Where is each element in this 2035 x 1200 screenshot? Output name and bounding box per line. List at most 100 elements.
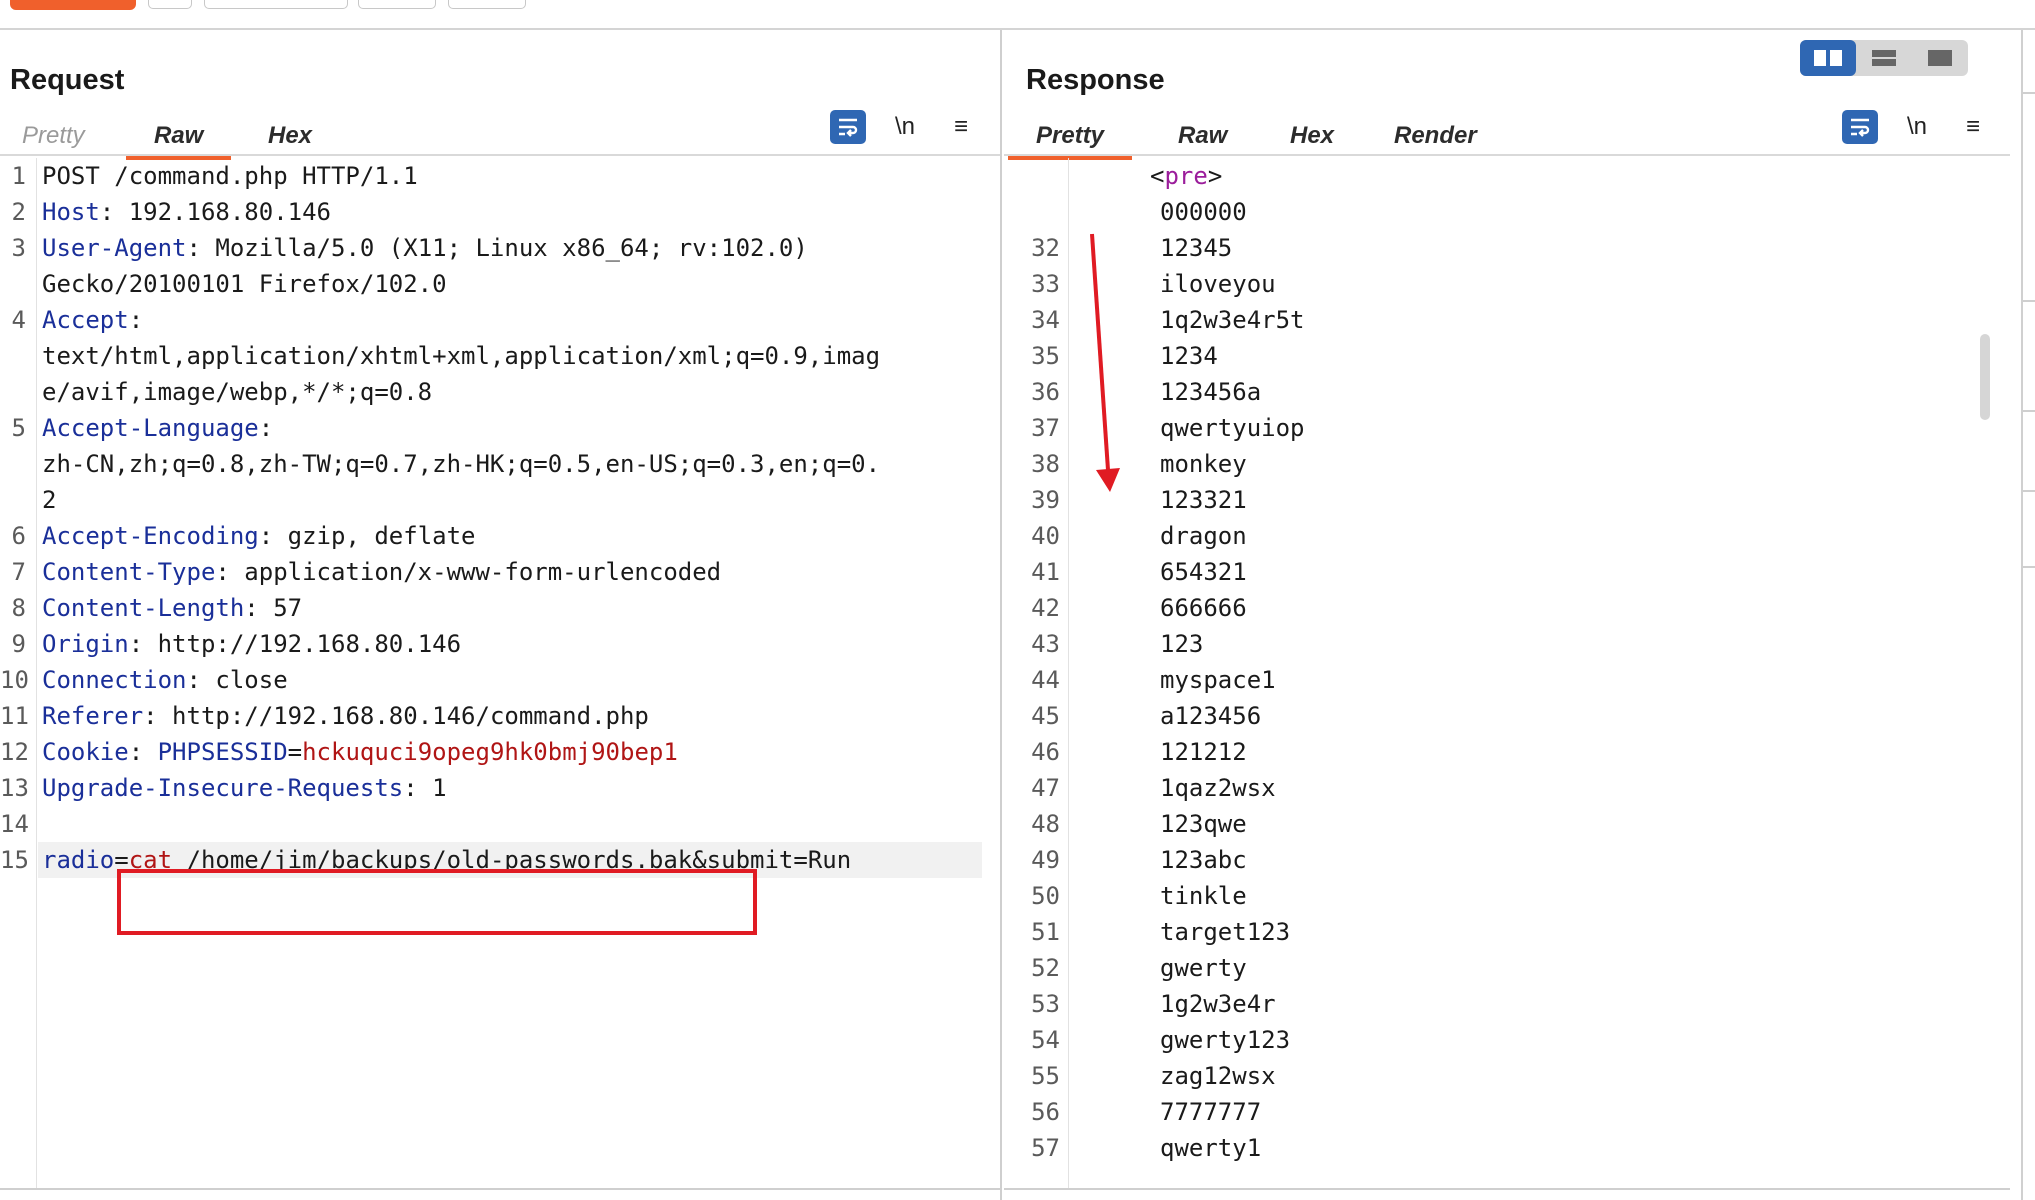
- request-line-text: Content-Type: application/x-www-form-url…: [42, 554, 721, 590]
- header-name: Referer: [42, 702, 144, 730]
- menu-icon[interactable]: ≡: [946, 110, 976, 144]
- request-line: 13 Upgrade-Insecure-Requests: 1: [0, 770, 982, 806]
- header-name: Origin: [42, 630, 129, 658]
- request-line-text: Referer: http://192.168.80.146/command.p…: [42, 698, 649, 734]
- header-name: Content-Type: [42, 558, 216, 586]
- line-number: 14: [0, 810, 29, 838]
- menu-glyph-icon[interactable]: ˇ: [2018, 0, 2025, 18]
- request-editor[interactable]: 1 POST /command.php HTTP/1.1 2 Host: 192.16…: [0, 158, 1000, 1188]
- header-value: : http://192.168.80.146: [128, 630, 462, 658]
- request-line-text: User-Agent: Mozilla/5.0 (X11; Linux x86_…: [42, 230, 808, 266]
- header-name: Content-Length: [42, 594, 245, 622]
- request-line-text: Host: 192.168.80.146: [42, 194, 331, 230]
- header-value: : 1: [403, 774, 447, 802]
- header-name: Accept: [42, 306, 129, 334]
- request-line: 6 Accept-Encoding: gzip, deflate: [12, 518, 982, 554]
- request-line: e/avif,image/webp,*/*;q=0.8: [38, 374, 982, 410]
- request-tab-raw[interactable]: Raw: [125, 122, 232, 160]
- request-line: Gecko/20100101 Firefox/102.0: [38, 266, 982, 302]
- send-button[interactable]: [10, 0, 136, 10]
- header-value: : 192.168.80.146: [99, 198, 331, 226]
- request-line: 7 Content-Type: application/x-www-form-ur…: [12, 554, 982, 590]
- line-number: 9: [11, 630, 26, 658]
- request-line: 5 Accept-Language:: [12, 410, 982, 446]
- request-line-text: Upgrade-Insecure-Requests: 1: [42, 770, 447, 806]
- header-name: Accept-Encoding: [42, 522, 259, 550]
- request-tabs: Pretty Raw Hex \n ≡: [0, 110, 1000, 160]
- request-pane: Request Pretty Raw Hex \n ≡ 1 POST /comma…: [0, 30, 1002, 1200]
- request-line: zh-CN,zh;q=0.8,zh-TW;q=0.7,zh-HK;q=0.5,e…: [38, 446, 982, 482]
- line-number: 3: [11, 234, 26, 262]
- header-value: e/avif,image/webp,*/*;q=0.8: [42, 378, 433, 406]
- response-pane: Response Pretty Raw Hex Render \n ≡ <pre…: [1004, 30, 2010, 1200]
- request-line-text: Accept-Encoding: gzip, deflate: [42, 518, 476, 554]
- header-name: PHPSESSID: [157, 738, 288, 766]
- pane-bottom-border: [0, 1188, 1000, 1190]
- top-toolbar: ˇ: [0, 0, 2035, 30]
- header-value: 2: [42, 486, 57, 514]
- header-name: Upgrade-Insecure-Requests: [42, 774, 404, 802]
- header-name: Host: [42, 198, 100, 226]
- pane-bottom-border: [1004, 1188, 2010, 1190]
- request-line: 2 Host: 192.168.80.146: [12, 194, 982, 230]
- header-value: : Mozilla/5.0 (X11; Linux x86_64; rv:102…: [186, 234, 808, 262]
- request-tab-pretty[interactable]: Pretty: [14, 122, 93, 150]
- request-line: 10 Connection: close: [0, 662, 982, 698]
- wrap-lines-icon[interactable]: [830, 110, 866, 144]
- header-name: User-Agent: [42, 234, 187, 262]
- header-value: :: [258, 414, 274, 442]
- history-back-button[interactable]: [358, 0, 436, 9]
- request-tab-hex[interactable]: Hex: [260, 122, 320, 150]
- header-value: : 57: [244, 594, 303, 622]
- request-line: text/html,application/xhtml+xml,applicat…: [38, 338, 982, 374]
- request-line: 14: [0, 806, 982, 842]
- header-name: radio: [42, 846, 115, 874]
- header-value: :: [128, 738, 158, 766]
- line-number: 6: [11, 522, 26, 550]
- header-value: : gzip, deflate: [258, 522, 476, 550]
- request-line-text: Accept:: [42, 302, 143, 338]
- newline-toggle-icon[interactable]: \n: [890, 110, 920, 144]
- request-line-text: Gecko/20100101 Firefox/102.0: [42, 266, 447, 302]
- request-line-text: Connection: close: [42, 662, 288, 698]
- header-value: : close: [186, 666, 288, 694]
- line-number: 13: [0, 774, 29, 802]
- header-name: Accept-Language: [42, 414, 259, 442]
- line-number: 4: [11, 306, 26, 334]
- request-line-text: e/avif,image/webp,*/*;q=0.8: [42, 374, 432, 410]
- request-line-text: Cookie: PHPSESSID=hckuquci9opeg9hk0bmj90…: [42, 734, 678, 770]
- history-forward-button[interactable]: [448, 0, 526, 9]
- param-value: hckuquci9opeg9hk0bmj90bep1: [302, 738, 678, 766]
- request-line: 11 Referer: http://192.168.80.146/command…: [0, 698, 982, 734]
- request-line-text: Origin: http://192.168.80.146: [42, 626, 461, 662]
- request-line-text: Content-Length: 57: [42, 590, 302, 626]
- request-line-text: text/html,application/xhtml+xml,applicat…: [42, 338, 880, 374]
- request-line: 1 POST /command.php HTTP/1.1: [12, 158, 982, 194]
- header-value: : http://192.168.80.146/command.php: [143, 702, 649, 730]
- line-number: 12: [0, 738, 29, 766]
- line-number: 11: [0, 702, 29, 730]
- toolbar-button[interactable]: [204, 0, 348, 9]
- toolbar-button[interactable]: [148, 0, 192, 9]
- request-line: 4 Accept:: [12, 302, 982, 338]
- line-number: 2: [11, 198, 26, 226]
- header-value: :: [128, 306, 144, 334]
- side-strip: [2021, 30, 2035, 1200]
- header-value: =: [287, 738, 303, 766]
- request-line: 8 Content-Length: 57: [12, 590, 982, 626]
- header-value: : application/x-www-form-urlencoded: [215, 558, 722, 586]
- red-down-arrow: [1090, 233, 1120, 492]
- line-number: 10: [0, 666, 29, 694]
- request-line: 2: [38, 482, 982, 518]
- request-line-text: 2: [42, 482, 56, 518]
- header-value: zh-CN,zh;q=0.8,zh-TW;q=0.7,zh-HK;q=0.5,e…: [42, 450, 881, 478]
- header-name: Cookie: [42, 738, 129, 766]
- header-value: POST /command.php HTTP/1.1: [42, 162, 418, 190]
- line-number: 15: [0, 846, 29, 874]
- line-number: 7: [11, 558, 26, 586]
- request-title: Request: [10, 64, 125, 96]
- header-value: text/html,application/xhtml+xml,applicat…: [42, 342, 881, 370]
- request-line-text: zh-CN,zh;q=0.8,zh-TW;q=0.7,zh-HK;q=0.5,e…: [42, 446, 880, 482]
- line-number: 1: [11, 162, 26, 190]
- request-line-text: POST /command.php HTTP/1.1: [42, 158, 418, 194]
